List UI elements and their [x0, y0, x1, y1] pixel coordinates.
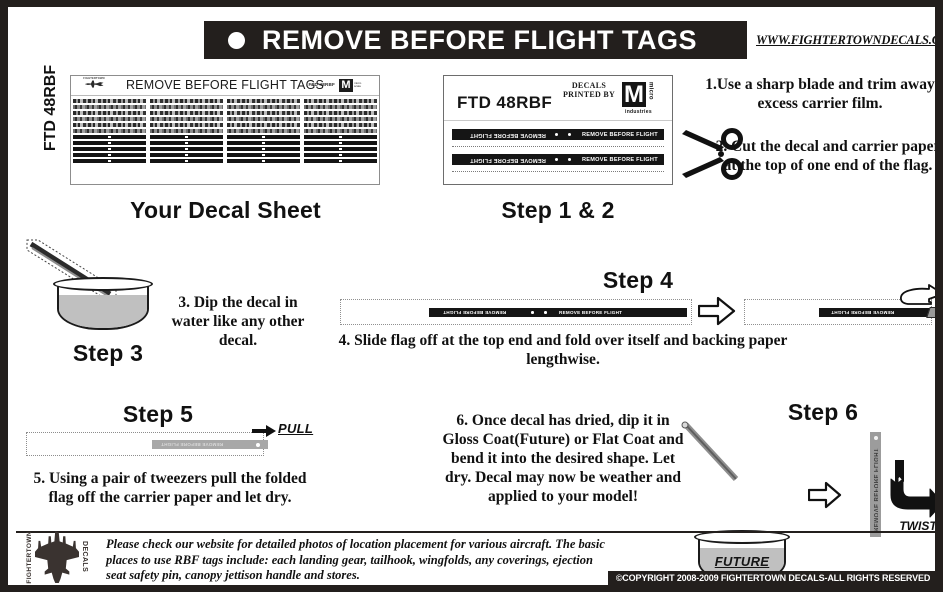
- strip-tip: [926, 307, 935, 318]
- step6-instruction: 6. Once decal has dried, dip it in Gloss…: [442, 412, 684, 505]
- right-arrow-icon: [808, 481, 842, 509]
- step12-tags: REMOVE BEFORE FLIGHT REMOVE BEFORE FLIGH…: [444, 121, 672, 172]
- tag-text-mirrored: REMOVE BEFORE FLIGHT: [831, 310, 895, 315]
- bullet-dot-icon: [228, 31, 245, 49]
- tag-text: REMOVE BEFORE FLIGHT: [582, 131, 658, 138]
- right-arrow-icon: [252, 425, 276, 437]
- copyright-notice: ©COPYRIGHT 2008-2009 FIGHTERTOWN DECALS-…: [608, 571, 935, 585]
- decal-row: [73, 99, 377, 103]
- step1-instruction: 1.Use a sharp blade and trim away excess…: [705, 76, 935, 112]
- decal-row: [73, 141, 377, 145]
- step6-caption: Step 6: [787, 399, 859, 425]
- fightertown-decals-logo: FIGHTERTOWN DECALS: [26, 526, 102, 585]
- step5-instruction: 5. Using a pair of tweezers pull the fol…: [33, 470, 307, 506]
- twist-arrow-icon: [890, 460, 935, 518]
- instruction-sheet-page: REMOVE BEFORE FLIGHT TAGS WWW.FIGHTERTOW…: [0, 0, 943, 592]
- tag-text-mirrored: REMOVE BEFORE FLIGHT: [443, 310, 507, 315]
- tag-strip: REMOVE BEFORE FLIGHT REMOVE BEFORE FLIGH…: [452, 154, 664, 165]
- header-title-bar: REMOVE BEFORE FLIGHT TAGS: [204, 21, 747, 59]
- step5-caption: Step 5: [122, 401, 194, 427]
- tag-strip: REMOVE BEFORE FLIGHT REMOVE BEFORE FLIGH…: [429, 308, 687, 317]
- step3-instruction: 3. Dip the decal in water like any other…: [171, 294, 305, 349]
- tag-strip: REMOVE BEFORE FLIGHT REMOVE BEFORE FLIGH…: [452, 129, 664, 140]
- decal-sheet-caption: Your Decal Sheet: [130, 197, 321, 223]
- footer-note: Please check our website for detailed ph…: [106, 537, 605, 582]
- website-link[interactable]: WWW.FIGHTERTOWNDECALS.COM: [756, 33, 935, 48]
- logo-right-text: DECALS: [81, 541, 88, 573]
- microscale-letter: M: [622, 81, 646, 108]
- step3-caption: Step 3: [72, 340, 144, 366]
- tag-text-mirrored: REMOVE BEFORE FLIGHT: [161, 442, 224, 447]
- microscale-foot: industries: [625, 109, 652, 115]
- decal-row: [73, 123, 377, 127]
- decal-sheet-tag-grid: [71, 96, 379, 185]
- microscale-side-top: micro: [647, 82, 654, 100]
- cut-line: [452, 171, 664, 172]
- step12-header: FTD 48RBF DECALS PRINTED BY M micro indu…: [444, 76, 672, 121]
- microscale-letter: M: [339, 78, 353, 92]
- logo-left-text: FIGHTERTOWN: [26, 530, 33, 584]
- decal-sheet-code: FTD 48RBF: [308, 82, 335, 87]
- step4-caption: Step 4: [602, 267, 674, 293]
- page-title: REMOVE BEFORE FLIGHT TAGS: [262, 24, 698, 55]
- microscale-logo-small-icon: M micro scale: [339, 78, 376, 92]
- tag-strip-vertical: REMOVE BEFORE FLIGHT: [870, 432, 881, 537]
- tag-text-mirrored: REMOVE BEFORE FLIGHT: [470, 131, 546, 138]
- future-label: FUTURE: [714, 554, 770, 569]
- tag-text: REMOVE BEFORE FLIGHT: [582, 156, 658, 163]
- decal-row: [73, 129, 377, 133]
- brush-icon: [681, 421, 739, 482]
- tag-strip-folded: REMOVE BEFORE FLIGHT: [819, 307, 935, 318]
- cut-line: [452, 146, 664, 147]
- step2-instruction: 2. Cut the decal and carrier paper at th…: [715, 138, 935, 174]
- microscale-logo-icon: M micro industries: [622, 81, 666, 115]
- decal-row: [73, 117, 377, 121]
- product-code-vertical: FTD 48RBF: [42, 64, 59, 152]
- printed-by-label: DECALS PRINTED BY: [562, 81, 616, 99]
- decal-row: [73, 105, 377, 109]
- sheet-surface: REMOVE BEFORE FLIGHT TAGS WWW.FIGHTERTOW…: [8, 7, 935, 585]
- step12-product-code: FTD 48RBF: [457, 93, 553, 112]
- decal-row: [73, 147, 377, 151]
- aircraft-silhouette-icon: [35, 531, 79, 583]
- step12-caption: Step 1 & 2: [501, 197, 615, 223]
- decal-sheet-header: FIGHTERTOWN REMOVE BEFORE FLIGHT TAGS FT…: [71, 76, 379, 96]
- carrier-paper-before: REMOVE BEFORE FLIGHT REMOVE BEFORE FLIGH…: [340, 299, 692, 325]
- microscale-line2: scale: [354, 84, 362, 88]
- tag-text-vertical: REMOVE BEFORE FLIGHT: [872, 448, 878, 533]
- pointing-hand-icon: [899, 284, 935, 305]
- decal-row: [73, 111, 377, 115]
- tag-strip-grey: REMOVE BEFORE FLIGHT: [152, 440, 268, 449]
- tag-text: REMOVE BEFORE FLIGHT: [559, 310, 623, 315]
- right-arrow-icon: [698, 296, 736, 326]
- pull-label: PULL: [278, 421, 314, 436]
- decal-sheet-graphic: FIGHTERTOWN REMOVE BEFORE FLIGHT TAGS FT…: [70, 75, 380, 185]
- carrier-paper-step5: REMOVE BEFORE FLIGHT: [26, 432, 268, 456]
- step12-graphic: FTD 48RBF DECALS PRINTED BY M micro indu…: [443, 75, 673, 185]
- water-bowl-icon: [53, 277, 153, 337]
- decal-row: [73, 159, 377, 163]
- decal-row: [73, 153, 377, 157]
- tag-text-mirrored: REMOVE BEFORE FLIGHT: [470, 156, 546, 163]
- decal-row: [73, 135, 377, 139]
- step4-instruction: 4. Slide flag off at the top end and fol…: [338, 332, 788, 368]
- footer-divider: [16, 531, 935, 533]
